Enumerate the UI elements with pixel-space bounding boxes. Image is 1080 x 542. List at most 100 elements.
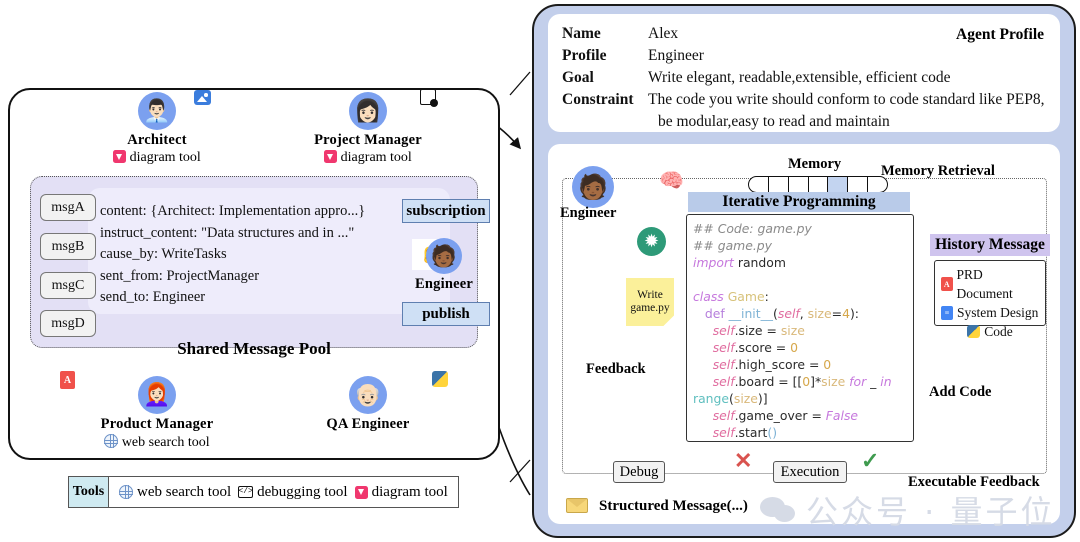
code-token: random <box>737 255 786 270</box>
publish-tag[interactable]: publish <box>402 302 490 326</box>
envelope-icon <box>566 498 588 513</box>
profile-key: Profile <box>562 47 607 64</box>
role-name: Project Manager <box>314 132 422 148</box>
code-token: 0 <box>802 374 811 389</box>
avatar: 👩🏻 <box>349 92 387 130</box>
code-token: 0 <box>790 340 798 355</box>
code-token: ): <box>849 306 859 321</box>
role-tool: web search tool <box>82 433 232 451</box>
history-message-list: A PRD Document ≡ System Design Code <box>934 260 1046 339</box>
wechat-logo-icon <box>760 497 798 523</box>
memory-cell <box>809 177 829 192</box>
code-token: _ <box>870 374 881 389</box>
history-item-code[interactable]: Code <box>941 322 1039 341</box>
code-token: 0 <box>823 357 832 372</box>
memory-label: Memory <box>788 156 842 172</box>
debug-node[interactable]: Debug <box>613 461 665 483</box>
history-message-band: History Message <box>930 234 1050 256</box>
tool-item-debugging[interactable]: </> debugging tool <box>238 483 348 501</box>
code-token: class <box>693 289 728 304</box>
code-line: ## game.py <box>693 237 907 254</box>
history-item-system-design[interactable]: ≡ System Design <box>941 303 1039 322</box>
execution-node[interactable]: Execution <box>773 461 847 483</box>
memory-retrieval-label: Memory Retrieval <box>881 163 995 179</box>
code-token: self <box>712 425 735 440</box>
web-search-tool-icon <box>118 484 133 499</box>
debugging-tool-icon: </> <box>238 486 254 498</box>
diagram-tool-icon <box>324 150 338 163</box>
memory-cell <box>848 177 869 192</box>
code-line: self.start() <box>693 424 907 441</box>
memory-cell <box>789 177 809 192</box>
code-token: False <box>825 408 859 423</box>
role-project-manager[interactable]: 👩🏻 Project Manager diagram tool <box>293 92 443 166</box>
avatar: 🧑🏾 <box>426 238 462 274</box>
code-token: )] <box>757 391 768 406</box>
role-product-manager[interactable]: 👩🏻‍🦰 Product Manager web search tool <box>82 376 232 451</box>
code-token: .board = [[ <box>734 374 803 389</box>
message-chip[interactable]: msgB <box>40 233 96 260</box>
message-detail-card: content: {Architect: Implementation appr… <box>88 188 450 314</box>
web-search-tool-icon <box>103 433 119 448</box>
add-code-label: Add Code <box>929 384 992 400</box>
openai-logo-icon: ✹ <box>637 227 666 256</box>
profile-key: Goal <box>562 69 594 86</box>
code-token: range <box>693 391 730 406</box>
write-gamepy-note: Write game.py <box>626 278 674 326</box>
role-engineer-left[interactable]: 🧑🏾 Engineer <box>404 238 484 293</box>
code-token: ]* <box>810 374 822 389</box>
avatar: 👨🏻‍💼 <box>138 92 176 130</box>
code-token: size <box>807 306 832 321</box>
profile-value: be modular,easy to read and maintain <box>658 113 890 130</box>
code-line: self.score = 0 <box>693 339 907 356</box>
tool-label: debugging tool <box>257 483 348 500</box>
profile-value: Engineer <box>648 47 704 64</box>
code-token: ## game.py <box>693 238 772 253</box>
code-block: ## Code: game.py ## game.py import random … <box>686 214 914 442</box>
code-line: self.board = [[0]*size for _ in <box>693 373 907 390</box>
message-chip[interactable]: msgC <box>40 272 96 299</box>
role-architect[interactable]: 👨🏻‍💼 Architect diagram tool <box>82 92 232 166</box>
history-item-prd[interactable]: A PRD Document <box>941 265 1039 303</box>
code-token: = <box>831 306 843 321</box>
pass-mark-icon: ✓ <box>861 448 880 473</box>
profile-key <box>562 111 648 133</box>
subscription-tag[interactable]: subscription <box>402 199 490 223</box>
message-field: sent_from: ProjectManager <box>100 267 260 284</box>
brain-icon: 🧠 <box>659 170 684 192</box>
tools-legend-label: Tools <box>68 476 108 508</box>
tool-item-diagram[interactable]: diagram tool <box>354 484 448 501</box>
history-item-label: PRD Document <box>956 267 1013 301</box>
doc-file-icon: ≡ <box>941 305 953 320</box>
history-item-label: Code <box>984 324 1013 339</box>
message-field: cause_by: WriteTasks <box>100 246 227 262</box>
agent-profile-card: Agent Profile Name Alex Profile Engineer… <box>548 14 1060 132</box>
role-name: QA Engineer <box>326 416 410 432</box>
memory-bar[interactable] <box>748 176 888 193</box>
message-field: instruct_content: "Data structures and i… <box>100 224 355 241</box>
role-tool: diagram tool <box>82 150 232 166</box>
profile-row-constraint: Constraint The code you write should con… <box>562 89 1046 111</box>
code-token: __init__ <box>728 306 774 321</box>
role-qa-engineer[interactable]: 👴🏻 QA Engineer <box>293 376 443 433</box>
structured-message-label: Structured Message(...) <box>599 498 748 514</box>
code-token: size <box>821 374 846 389</box>
memory-cell-active <box>828 177 849 192</box>
watermark: 公众号 · 量子位 <box>760 487 1056 533</box>
tool-item-web-search[interactable]: web search tool <box>118 484 231 501</box>
message-chip[interactable]: msgA <box>40 194 96 221</box>
avatar: 👴🏻 <box>349 376 387 414</box>
history-item-label: System Design <box>957 305 1039 320</box>
code-token: () <box>767 425 778 440</box>
code-line: range(size)] <box>693 390 907 407</box>
code-line: ## Code: game.py <box>693 220 907 237</box>
code-token: , <box>799 306 808 321</box>
diagram-tool-icon <box>354 485 368 499</box>
engineer-avatar: 🧑🏾 <box>572 166 614 208</box>
code-token: 4 <box>842 306 850 321</box>
code-line: class Game: <box>693 288 907 305</box>
code-line: self.game_over = False <box>693 407 907 424</box>
message-chip[interactable]: msgD <box>40 310 96 337</box>
